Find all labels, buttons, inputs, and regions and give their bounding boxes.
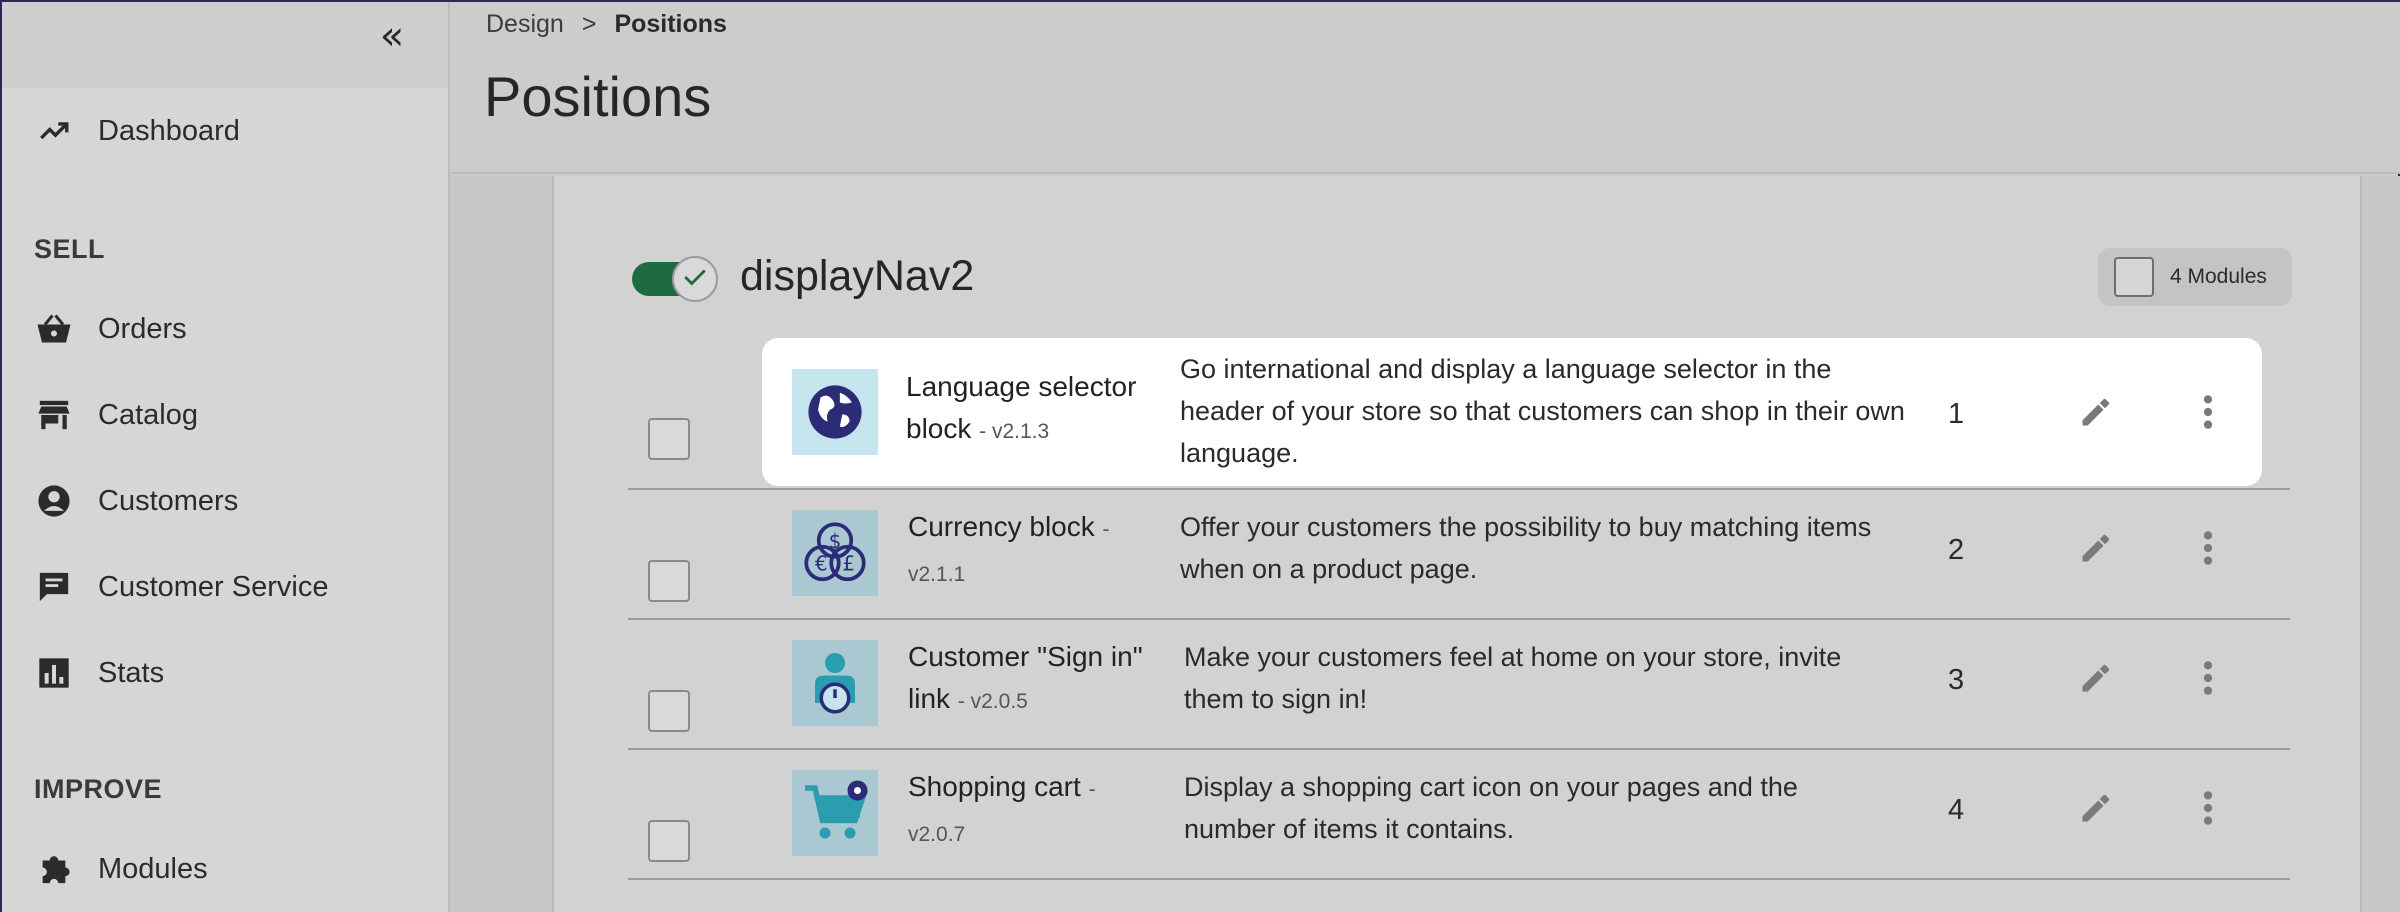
more-vertical-icon[interactable] xyxy=(2186,390,2230,434)
account-circle-icon xyxy=(34,481,74,521)
module-position: 2 xyxy=(1948,534,1965,566)
sidebar-item-orders[interactable]: Orders xyxy=(34,304,187,354)
module-version: - v2.1.3 xyxy=(979,420,1050,443)
module-description: Make your customers feel at home on your… xyxy=(1184,642,1842,714)
sidebar-item-modules[interactable]: Modules xyxy=(34,844,208,894)
edit-icon[interactable] xyxy=(2074,786,2118,830)
module-row: Customer "Sign in" link - v2.0.5 Make yo… xyxy=(628,620,2290,750)
page-title: Positions xyxy=(484,65,712,128)
section-label-improve: IMPROVE xyxy=(34,774,163,804)
module-name-text: Currency block xyxy=(908,511,1095,542)
hook-panel: displayNav2 4 Modules Language selector … xyxy=(552,176,2362,912)
module-description: Offer your customers the possibility to … xyxy=(1180,512,1872,584)
basket-icon xyxy=(34,309,74,349)
hook-name: displayNav2 xyxy=(740,252,975,300)
modules-count-badge: 4 Modules xyxy=(2098,248,2292,306)
sidebar-item-label: Customer Service xyxy=(98,570,329,603)
user-power-icon xyxy=(792,640,878,726)
module-description: Display a shopping cart icon on your pag… xyxy=(1184,772,1798,844)
check-icon xyxy=(682,266,708,293)
modules-count-label: 4 Modules xyxy=(2170,265,2267,288)
row-checkbox[interactable] xyxy=(648,418,690,460)
sidebar-item-customers[interactable]: Customers xyxy=(34,476,238,526)
shopping-cart-icon xyxy=(792,770,878,856)
page-header: Design > Positions Positions xyxy=(450,2,2400,174)
sidebar-item-catalog[interactable]: Catalog xyxy=(34,390,198,440)
sidebar-item-label: Modules xyxy=(98,852,208,885)
bar-chart-icon xyxy=(34,653,74,693)
chat-icon xyxy=(34,567,74,607)
module-version: - v2.0.5 xyxy=(957,690,1028,713)
main-content: displayNav2 4 Modules Language selector … xyxy=(450,176,2400,912)
module-description: Go international and display a language … xyxy=(1180,354,1905,468)
module-row: Shopping cart - v2.0.7 Display a shoppin… xyxy=(628,750,2290,880)
edit-icon[interactable] xyxy=(2074,390,2118,434)
globe-icon xyxy=(792,369,878,455)
row-checkbox[interactable] xyxy=(648,690,690,732)
puzzle-icon xyxy=(34,849,74,889)
breadcrumb-current: Positions xyxy=(614,10,727,38)
currency-coins-icon: $ € £ xyxy=(792,510,878,596)
edit-icon[interactable] xyxy=(2074,656,2118,700)
sidebar-item-customer-service[interactable]: Customer Service xyxy=(34,562,328,612)
sidebar: « Dashboard SELL Orders Catalog Customer… xyxy=(2,2,450,912)
collapse-sidebar-button[interactable]: « xyxy=(370,16,414,60)
sidebar-item-label: Dashboard xyxy=(98,114,240,147)
section-label-sell: SELL xyxy=(34,234,106,264)
breadcrumb-separator: > xyxy=(581,10,597,38)
module-position: 4 xyxy=(1948,794,1965,826)
sidebar-item-label: Stats xyxy=(98,656,165,689)
more-vertical-icon[interactable] xyxy=(2186,786,2230,830)
sidebar-item-stats[interactable]: Stats xyxy=(34,648,164,698)
edit-icon[interactable] xyxy=(2074,526,2118,570)
module-row: $ € £ Currency block - v2.1.1 Offer your c… xyxy=(628,490,2290,620)
sidebar-item-label: Orders xyxy=(98,312,187,345)
breadcrumb-link-design[interactable]: Design xyxy=(486,10,564,39)
sidebar-item-label: Catalog xyxy=(98,398,198,431)
sidebar-item-dashboard[interactable]: Dashboard xyxy=(34,106,240,156)
svg-text:$: $ xyxy=(829,529,842,553)
row-checkbox[interactable] xyxy=(648,560,690,602)
svg-text:£: £ xyxy=(842,552,855,576)
more-vertical-icon[interactable] xyxy=(2186,526,2230,570)
toggle-knob xyxy=(672,256,718,302)
svg-text:€: € xyxy=(815,552,828,576)
module-position: 1 xyxy=(1948,398,1965,430)
module-name: Language selector block - v2.1.3 xyxy=(906,366,1156,453)
trending-up-icon xyxy=(34,111,74,151)
store-icon xyxy=(34,395,74,435)
module-row: Language selector block - v2.1.3 Go inte… xyxy=(762,338,2262,486)
breadcrumb: Design > Positions xyxy=(486,10,727,39)
row-checkbox[interactable] xyxy=(648,820,690,862)
sidebar-item-label: Customers xyxy=(98,484,239,517)
module-name: Shopping cart - v2.0.7 xyxy=(908,766,1158,856)
module-name-text: Shopping cart xyxy=(908,771,1081,802)
module-position: 3 xyxy=(1948,664,1965,696)
module-name: Currency block - v2.1.1 xyxy=(908,506,1158,596)
hook-enabled-toggle[interactable] xyxy=(632,256,722,302)
more-vertical-icon[interactable] xyxy=(2186,656,2230,700)
select-all-checkbox[interactable] xyxy=(2114,257,2154,297)
module-name: Customer "Sign in" link - v2.0.5 xyxy=(908,636,1158,723)
